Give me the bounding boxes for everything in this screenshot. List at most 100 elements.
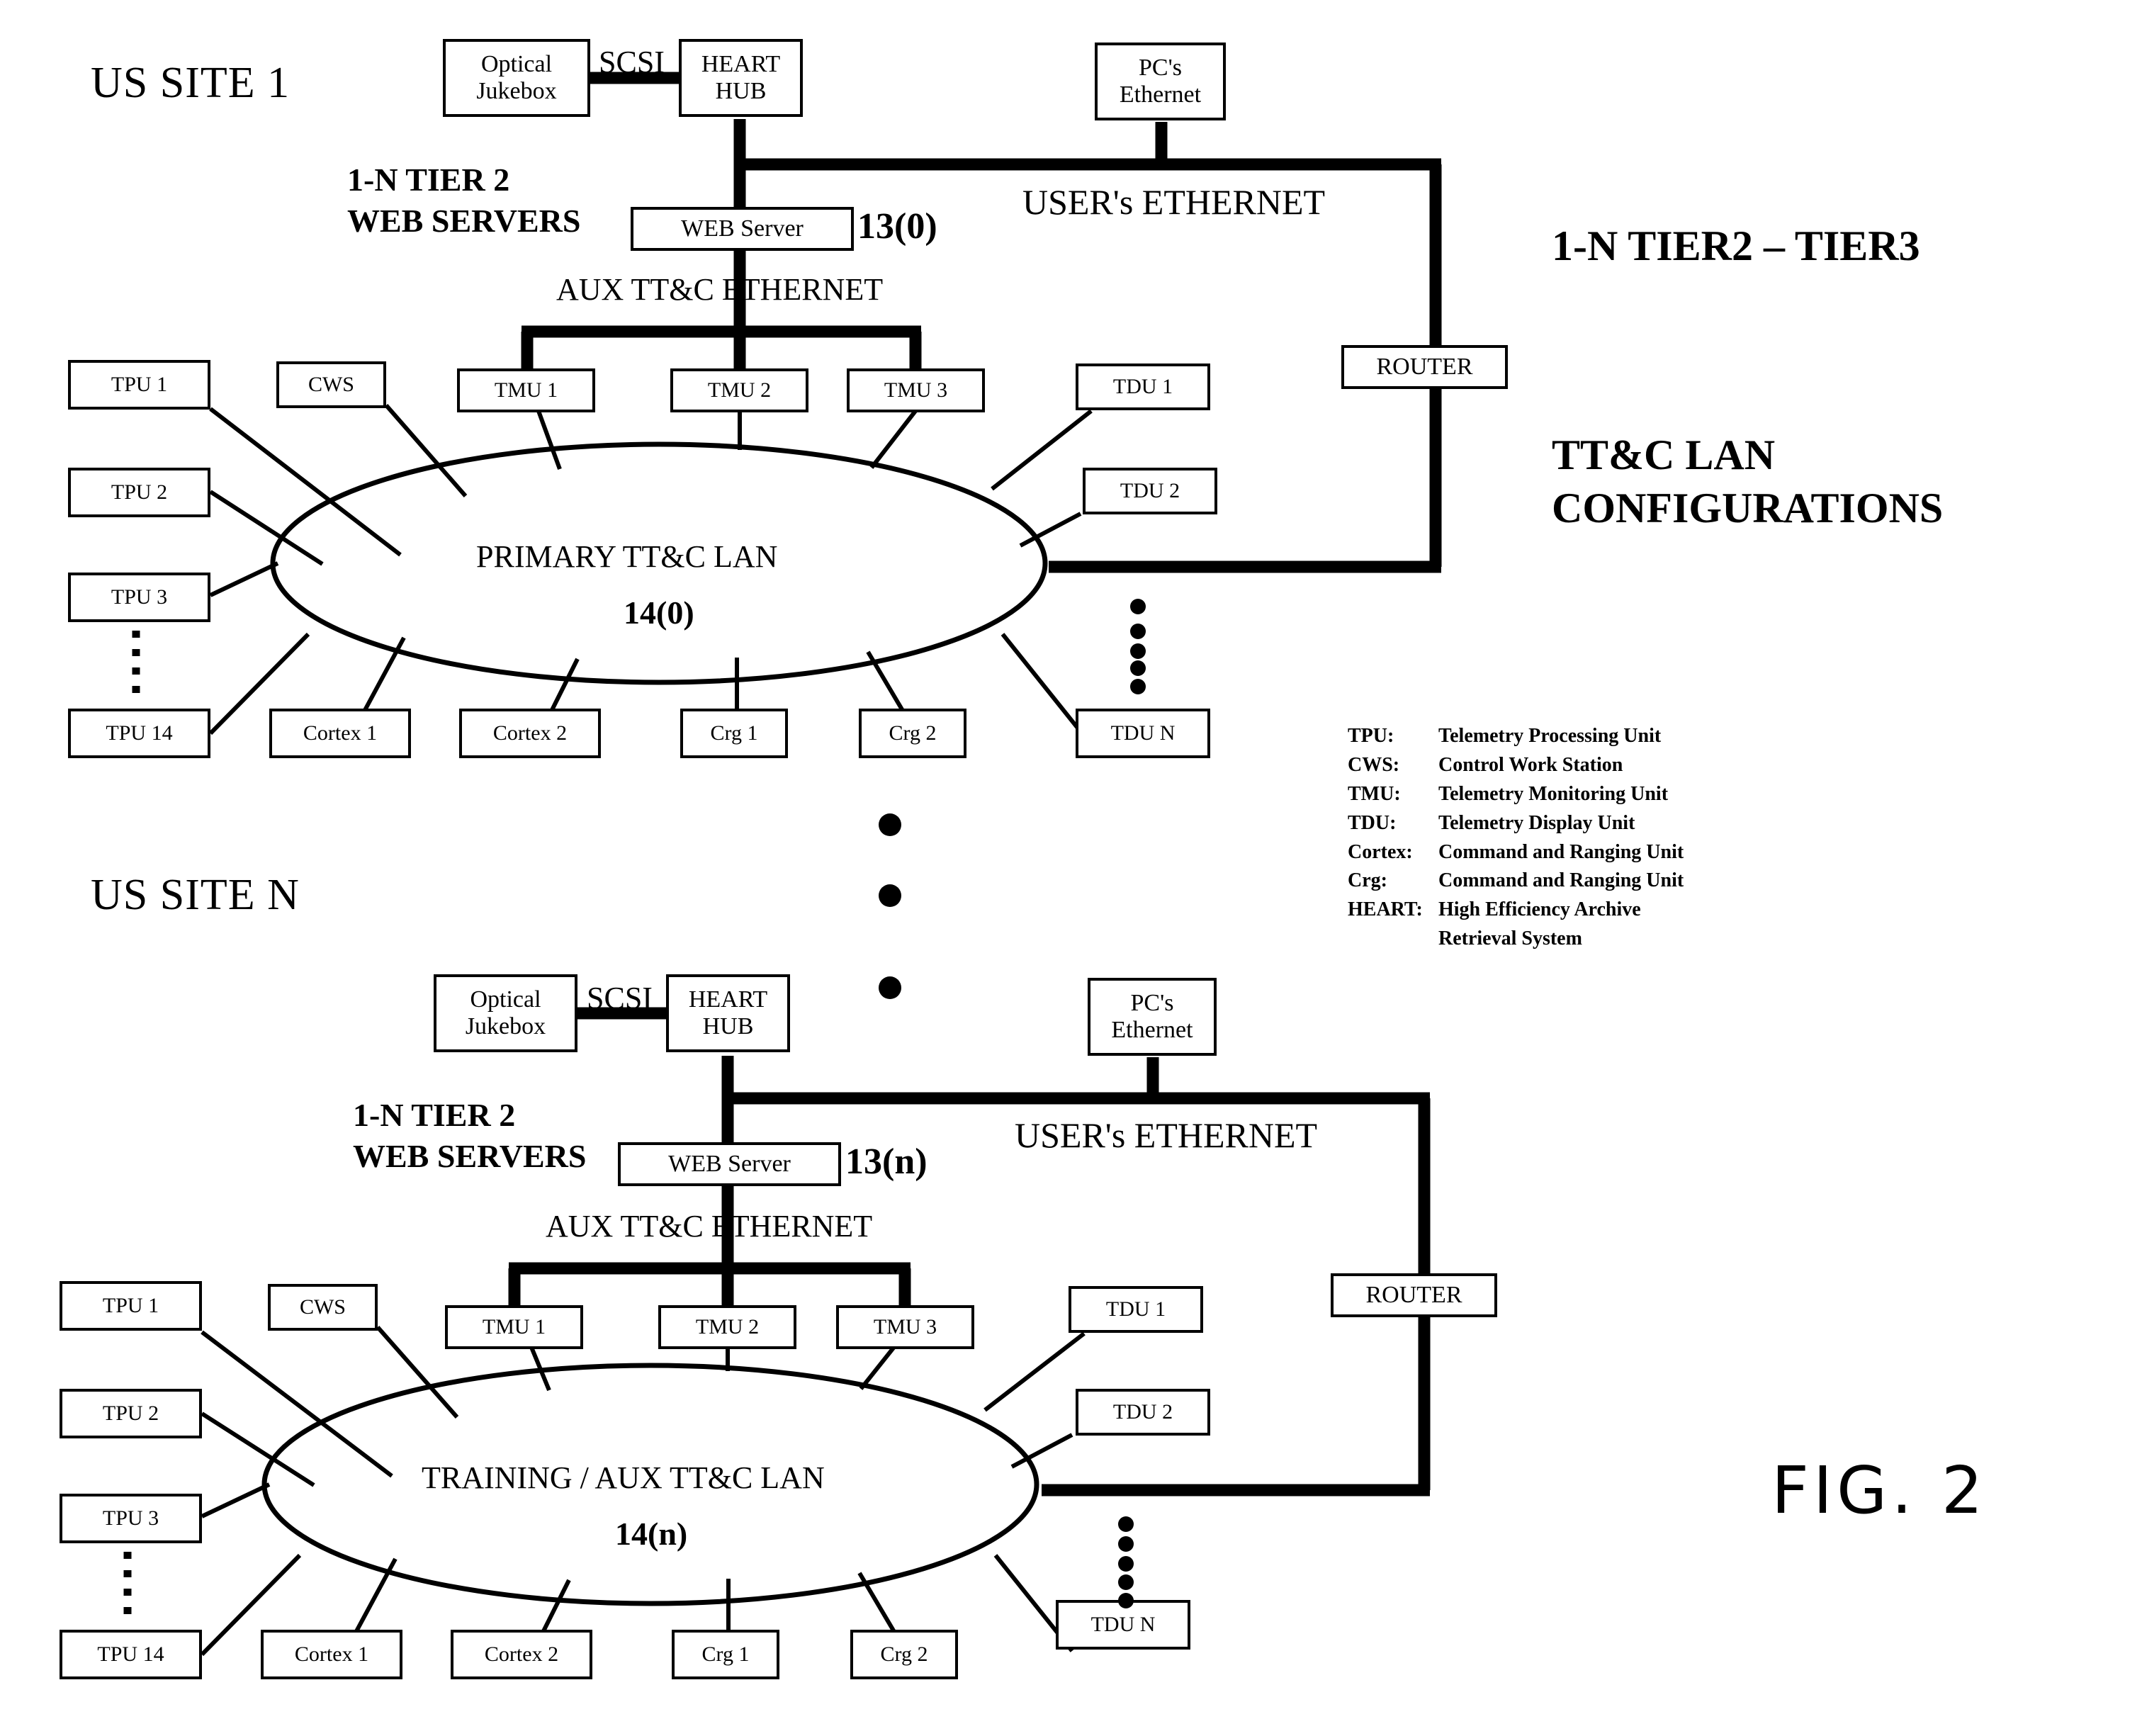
router-siteN[interactable]: ROUTER [1331, 1273, 1497, 1317]
heart-hub-label-N: HEART HUB [688, 986, 768, 1039]
tpu-2-site1[interactable]: TPU 2 [68, 468, 210, 517]
tier2-line2: WEB SERVERS [347, 202, 581, 239]
training-lan-name: TRAINING / AUX TT&C LAN [422, 1460, 825, 1495]
cortex-2-label-siteN: Cortex 2 [484, 1642, 559, 1667]
tdu-2-siteN[interactable]: TDU 2 [1076, 1389, 1210, 1436]
tdu-1-label-site1: TDU 1 [1112, 375, 1173, 399]
cortex-1-site1[interactable]: Cortex 1 [269, 709, 411, 758]
site-ellipsis-dot-1 [879, 813, 901, 836]
spoke-tmu3-site1 [869, 410, 918, 469]
pcs-ethernet-site1[interactable]: PC's Ethernet [1095, 43, 1226, 120]
crg-2-siteN[interactable]: Crg 2 [850, 1630, 958, 1679]
tier2-line1-N: 1-N TIER 2 [353, 1097, 516, 1133]
tmu-2-siteN[interactable]: TMU 2 [658, 1305, 796, 1349]
tpu-14-label-site1: TPU 14 [106, 721, 173, 745]
web-server-siteN[interactable]: WEB Server [618, 1142, 841, 1186]
legend-row: TPU: Telemetry Processing Unit [1348, 722, 1684, 751]
tpu-3-siteN[interactable]: TPU 3 [60, 1494, 202, 1543]
tdu-n-site1[interactable]: TDU N [1076, 709, 1210, 758]
tpu-2-label-siteN: TPU 2 [102, 1402, 159, 1426]
web-server-label: WEB Server [681, 215, 804, 242]
heart-hub-siteN[interactable]: HEART HUB [666, 974, 790, 1052]
pcs-ethernet-label-N: PC's Ethernet [1111, 989, 1193, 1043]
web-server-site1[interactable]: WEB Server [631, 207, 854, 251]
tmu-3-siteN[interactable]: TMU 3 [836, 1305, 974, 1349]
cortex-1-siteN[interactable]: Cortex 1 [261, 1630, 402, 1679]
site-ellipsis-dot-2 [879, 884, 901, 907]
legend-value: Telemetry Processing Unit [1438, 725, 1662, 747]
primary-lan-ref: 14(0) [624, 594, 694, 631]
tdu-1-site1[interactable]: TDU 1 [1076, 363, 1210, 410]
cortex-2-siteN[interactable]: Cortex 2 [451, 1630, 592, 1679]
legend-value: Control Work Station [1438, 753, 1623, 776]
crg-2-site1[interactable]: Crg 2 [859, 709, 966, 758]
legend-key: TMU: [1348, 782, 1401, 805]
tpu-1-site1[interactable]: TPU 1 [68, 360, 210, 410]
tdu-ellipsis-dot-3-siteN [1118, 1556, 1134, 1572]
cortex-1-label-siteN: Cortex 1 [294, 1642, 369, 1667]
tpu-1-siteN[interactable]: TPU 1 [60, 1281, 202, 1331]
tdu-1-siteN[interactable]: TDU 1 [1069, 1286, 1203, 1333]
cws-site1[interactable]: CWS [276, 361, 386, 408]
pcs-ethernet-label: PC's Ethernet [1119, 54, 1202, 108]
tmu-1-site1[interactable]: TMU 1 [457, 368, 595, 412]
optical-jukebox-site1[interactable]: Optical Jukebox [443, 39, 590, 117]
tpu-2-label-site1: TPU 2 [111, 480, 168, 505]
config-line1: TT&C LAN [1552, 432, 1776, 478]
legend-key: HEART: [1348, 898, 1423, 921]
scsi-label-siteN: SCSI [587, 981, 653, 1015]
cortex-2-site1[interactable]: Cortex 2 [459, 709, 601, 758]
users-ethernet-label-site1: USER's ETHERNET [1022, 182, 1326, 222]
spoke-tdun-site1 [1000, 633, 1081, 731]
tpu-2-siteN[interactable]: TPU 2 [60, 1389, 202, 1438]
router-site1[interactable]: ROUTER [1341, 345, 1508, 389]
cws-siteN[interactable]: CWS [268, 1284, 378, 1331]
heart-hub-site1[interactable]: HEART HUB [679, 39, 803, 117]
tpu-3-site1[interactable]: TPU 3 [68, 573, 210, 622]
tdu-2-label-site1: TDU 2 [1120, 479, 1180, 503]
tmu-2-site1[interactable]: TMU 2 [670, 368, 808, 412]
optical-jukebox-siteN[interactable]: Optical Jukebox [434, 974, 577, 1052]
tdu-2-site1[interactable]: TDU 2 [1083, 468, 1217, 514]
legend-key: TPU: [1348, 725, 1394, 747]
legend-row: HEART: High Efficiency Archive [1348, 896, 1684, 925]
tmu-1-label-site1: TMU 1 [494, 378, 558, 402]
router-label: ROUTER [1376, 353, 1473, 380]
web-server-ref-site1: 13(0) [857, 206, 937, 247]
legend-value: Telemetry Monitoring Unit [1438, 782, 1669, 805]
web-server-ref-siteN: 13(n) [845, 1142, 928, 1182]
aux-ethernet-label-site1: AUX TT&C ETHERNET [556, 272, 884, 307]
tmu-1-label-siteN: TMU 1 [482, 1315, 546, 1339]
figure-label: FIG. 2 [1771, 1453, 1988, 1528]
tmu-3-label-siteN: TMU 3 [873, 1315, 937, 1339]
heart-hub-label: HEART HUB [701, 50, 781, 104]
legend-value: Command and Ranging Unit [1438, 840, 1684, 863]
tdu-ellipsis-dot-3-site1 [1130, 643, 1146, 659]
tdu-ellipsis-dot-5-site1 [1130, 679, 1146, 694]
tier2-tier3-annotation: 1-N TIER2 – TIER3 [1552, 222, 1920, 269]
tmu-3-site1[interactable]: TMU 3 [847, 368, 985, 412]
tpu-14-label-siteN: TPU 14 [97, 1642, 164, 1667]
tdu-ellipsis-dot-2-siteN [1118, 1536, 1134, 1552]
legend-value: High Efficiency Archive [1438, 898, 1641, 921]
spoke-tpu3-site1 [209, 561, 279, 597]
tpu-14-siteN[interactable]: TPU 14 [60, 1630, 202, 1679]
legend-row: Crg: Command and Ranging Unit [1348, 867, 1684, 896]
spoke-tdu1-site1 [991, 409, 1093, 491]
legend-value: Retrieval System [1438, 928, 1582, 950]
crg-1-site1[interactable]: Crg 1 [680, 709, 788, 758]
tdu-1-label-siteN: TDU 1 [1105, 1297, 1166, 1321]
tdu-ellipsis-dot-4-site1 [1130, 660, 1146, 676]
pcs-ethernet-siteN[interactable]: PC's Ethernet [1088, 978, 1217, 1056]
crg-1-siteN[interactable]: Crg 1 [672, 1630, 779, 1679]
tmu-1-siteN[interactable]: TMU 1 [445, 1305, 583, 1349]
ttc-lan-config-annotation: TT&C LAN CONFIGURATIONS [1552, 429, 1943, 535]
tmu-3-label-site1: TMU 3 [884, 378, 948, 402]
router-label-N: ROUTER [1365, 1281, 1462, 1308]
legend-value: Command and Ranging Unit [1438, 869, 1684, 892]
cortex-2-label-site1: Cortex 2 [492, 721, 568, 745]
legend-row: Retrieval System [1348, 925, 1684, 954]
tmu-2-label-siteN: TMU 2 [695, 1315, 760, 1339]
optical-jukebox-label-N: Optical Jukebox [465, 986, 546, 1039]
tpu-14-site1[interactable]: TPU 14 [68, 709, 210, 758]
